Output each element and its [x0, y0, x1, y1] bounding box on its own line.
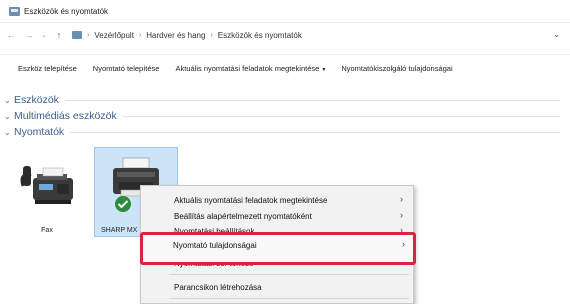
recent-dropdown-icon[interactable]: ⌄: [40, 32, 48, 39]
chevron-right-icon: ›: [400, 210, 403, 220]
menu-item-label: Beállítás alapértelmezett nyomtatóként: [174, 211, 312, 221]
divider: [64, 99, 560, 101]
address-bar: ← → ⌄ ↑ › Vezérlőpult › Hardver és hang …: [0, 22, 570, 48]
breadcrumb-separator: ›: [210, 31, 213, 39]
command-bar: Eszköz telepítése Nyomtató telepítése Ak…: [0, 54, 570, 81]
add-device-button[interactable]: Eszköz telepítése: [0, 64, 85, 73]
group-printers[interactable]: ⌄ Nyomtatók: [0, 125, 570, 139]
menu-separator: [169, 298, 409, 299]
menu-item-label: Parancsikon létrehozása: [174, 282, 262, 292]
breadcrumb-separator: ›: [87, 31, 90, 39]
breadcrumb-control-panel[interactable]: Vezérlőpult: [94, 31, 134, 40]
breadcrumb-separator: ›: [138, 31, 142, 39]
breadcrumb-devices-printers[interactable]: Eszközök és nyomtatók: [218, 31, 302, 40]
devices-printers-icon: [9, 6, 20, 16]
address-dropdown-icon[interactable]: ⌄: [553, 30, 560, 39]
see-print-jobs-label: Aktuális nyomtatási feladatok megtekinté…: [175, 63, 320, 73]
print-server-properties-button[interactable]: Nyomtatókiszolgáló tulajdonságai: [333, 64, 460, 73]
chevron-down-icon: ⌄: [4, 111, 11, 121]
chevron-down-icon: ▾: [322, 66, 326, 73]
back-arrow-icon[interactable]: ←: [4, 30, 18, 40]
forward-arrow-icon[interactable]: →: [22, 30, 36, 40]
printer-label: SHARP MX: [101, 227, 138, 234]
divider: [122, 115, 560, 117]
menu-item-label: Aktuális nyomtatási feladatok megtekinté…: [174, 195, 328, 205]
location-icon: [72, 31, 82, 39]
see-print-jobs-button[interactable]: Aktuális nyomtatási feladatok megtekinté…: [167, 64, 333, 73]
add-printer-button[interactable]: Nyomtató telepítése: [85, 64, 168, 73]
up-arrow-icon[interactable]: ↑: [52, 30, 66, 40]
menu-item-see-print-jobs[interactable]: Aktuális nyomtatási feladatok megtekinté…: [141, 192, 413, 208]
menu-item-label: Nyomtató tulajdonságai: [173, 241, 257, 250]
group-devices[interactable]: ⌄ Eszközök: [0, 93, 570, 107]
fax-icon: [20, 166, 73, 204]
chevron-right-icon: ›: [400, 194, 403, 204]
printer-label: Fax: [41, 227, 53, 234]
printer-fax[interactable]: Fax: [8, 150, 86, 236]
group-title-multimedia: Multimédiás eszközök: [14, 110, 117, 122]
menu-item-printer-properties[interactable]: Nyomtató tulajdonságai ›: [140, 232, 416, 265]
chevron-down-icon: ⌄: [4, 95, 11, 105]
menu-item-set-default[interactable]: Beállítás alapértelmezett nyomtatóként ›: [141, 208, 413, 224]
divider: [70, 131, 560, 133]
chevron-right-icon: ›: [402, 239, 405, 249]
window-titlebar: Eszközök és nyomtatók: [0, 0, 570, 23]
group-multimedia[interactable]: ⌄ Multimédiás eszközök: [0, 109, 570, 123]
menu-item-create-shortcut[interactable]: Parancsikon létrehozása: [141, 279, 413, 295]
chevron-down-icon: ⌄: [4, 127, 11, 137]
window-title: Eszközök és nyomtatók: [24, 6, 109, 16]
group-title-devices: Eszközök: [14, 94, 59, 106]
menu-separator: [169, 274, 409, 275]
group-title-printers: Nyomtatók: [14, 126, 65, 138]
breadcrumb-hardware-sound[interactable]: Hardver és hang: [146, 31, 205, 40]
